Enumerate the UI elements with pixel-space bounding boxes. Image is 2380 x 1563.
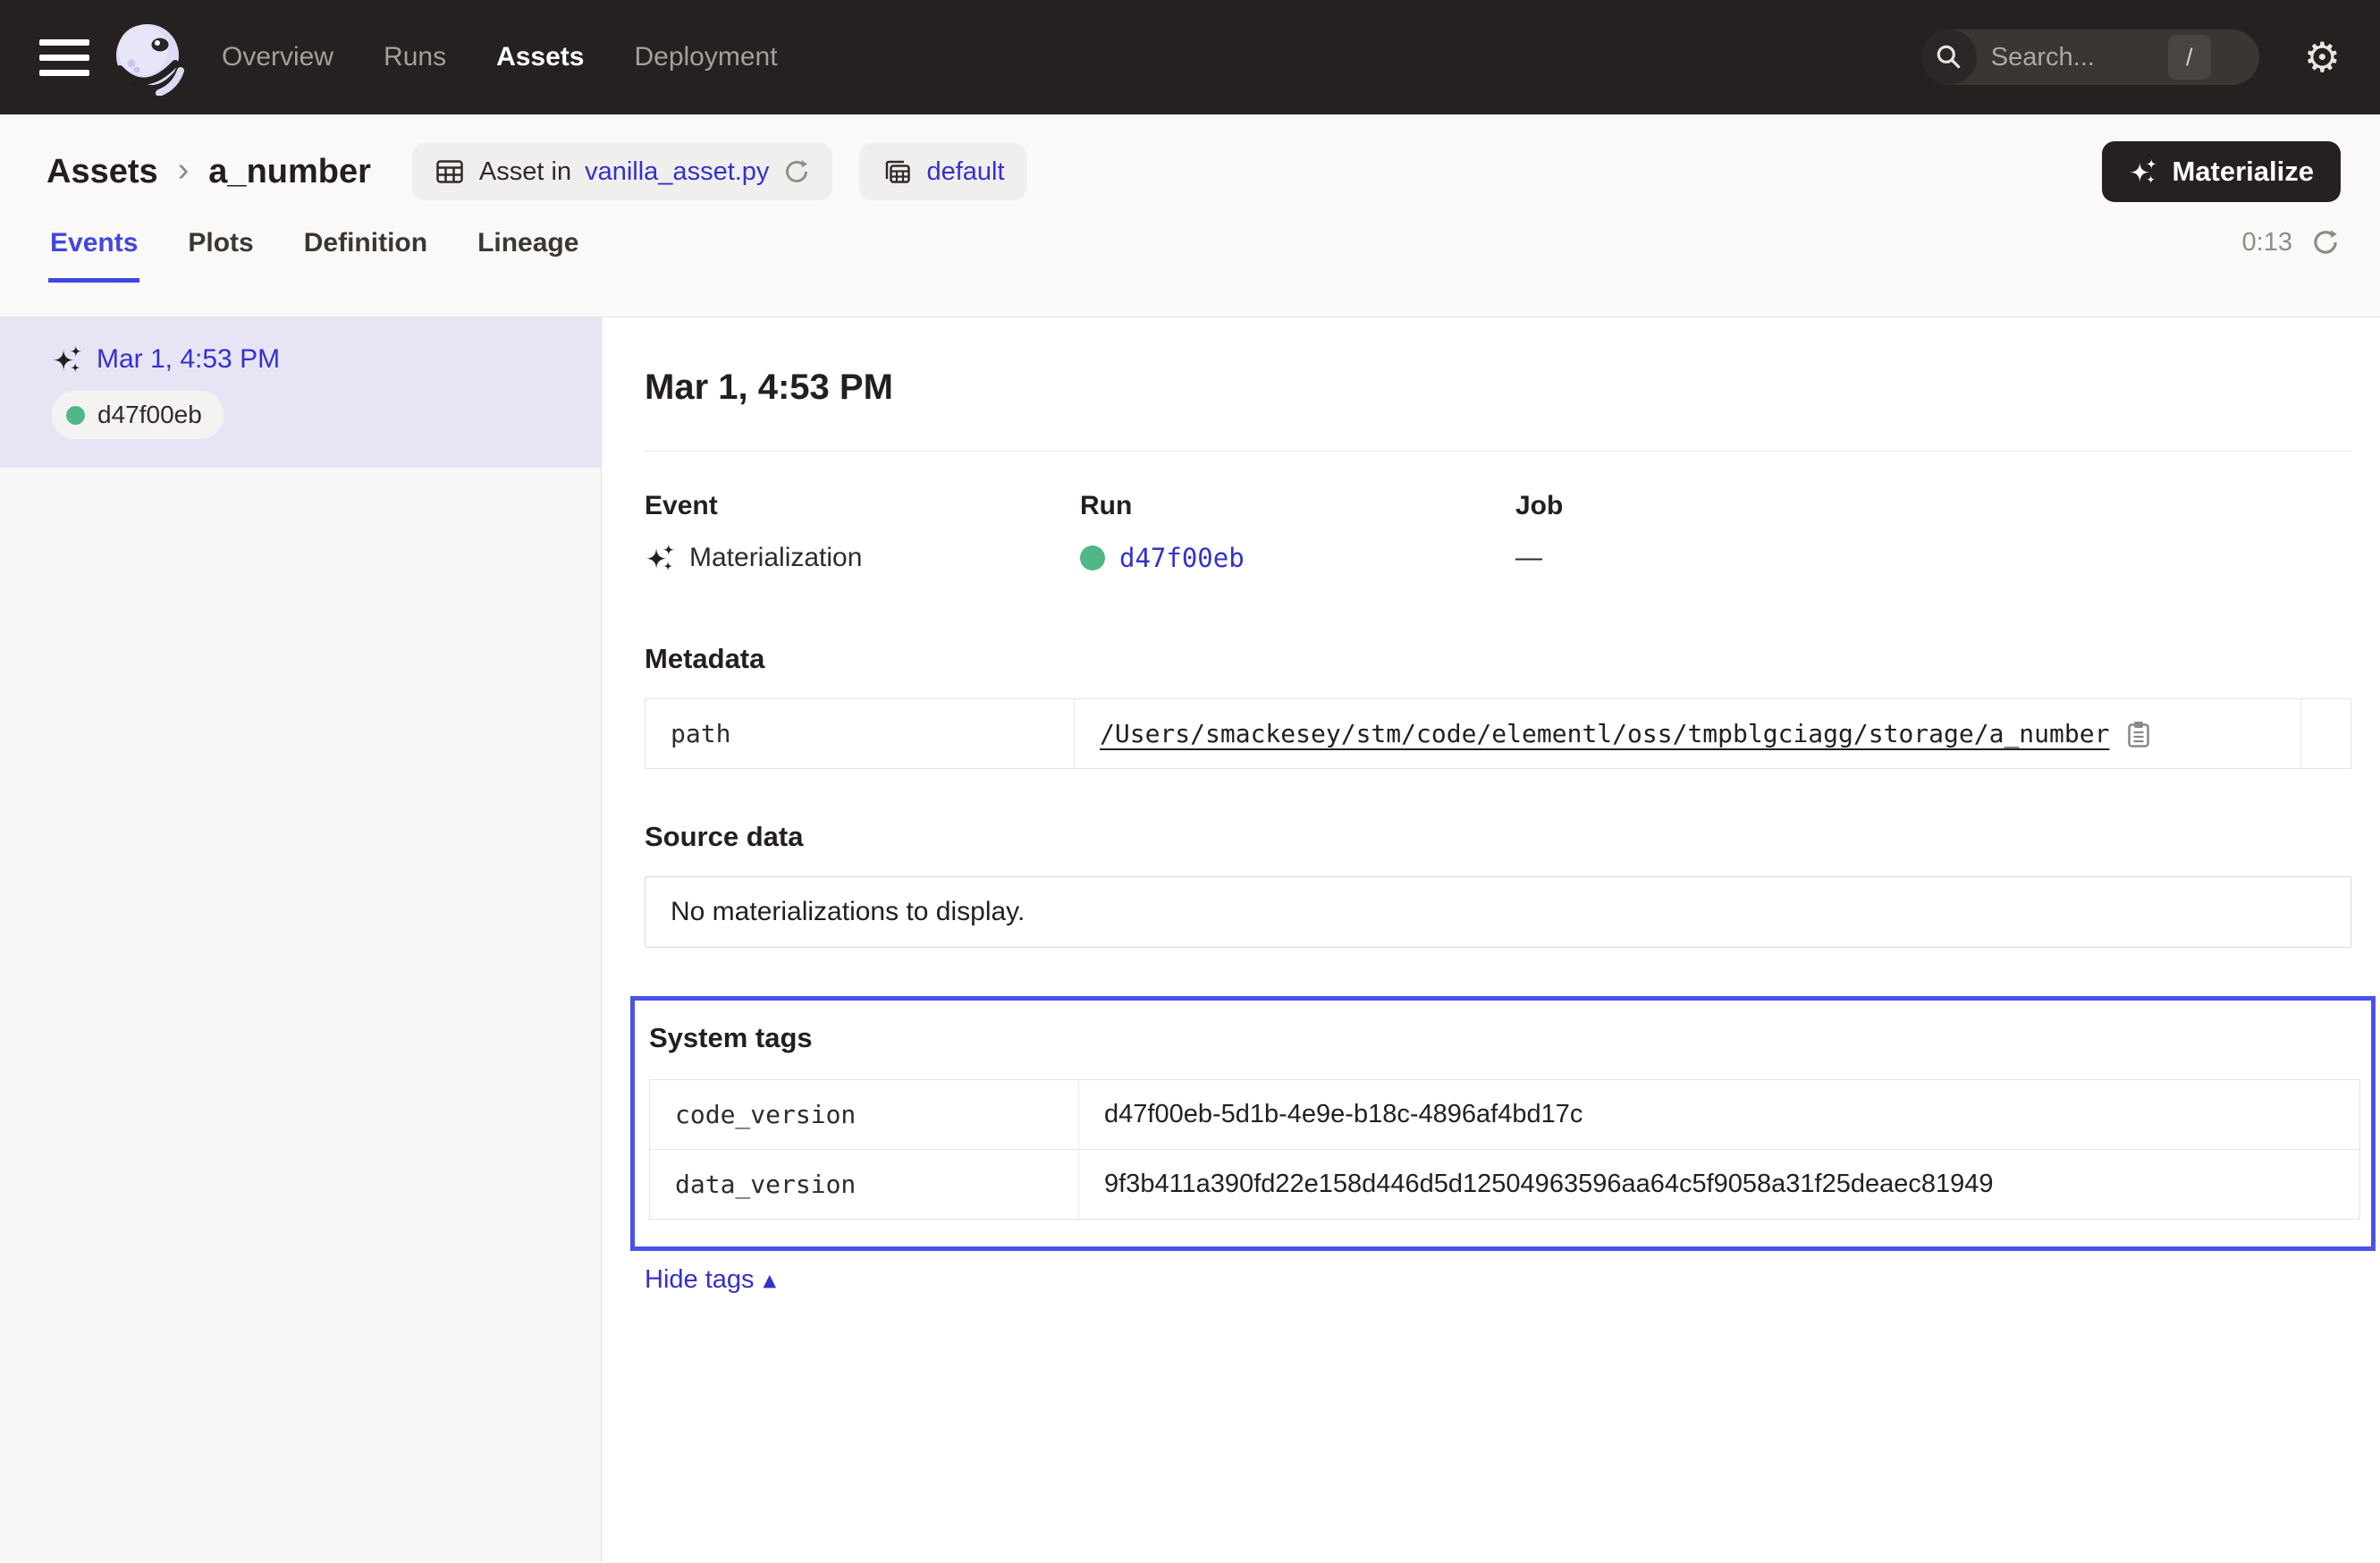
metadata-extra-cell (2300, 699, 2351, 768)
asset-group-badge: default (859, 143, 1025, 200)
event-timestamp: Mar 1, 4:53 PM (52, 344, 601, 375)
table-row: path /Users/smackesey/stm/code/elementl/… (646, 699, 2350, 768)
search-bar[interactable]: / (1921, 30, 2259, 85)
metadata-value-cell: /Users/smackesey/stm/code/elementl/oss/t… (1075, 699, 2300, 768)
system-tag-value-cell: d47f00eb-5d1b-4e9e-b18c-4896af4bd17c (1079, 1080, 2359, 1149)
reload-definition-icon[interactable] (782, 157, 811, 186)
asset-badge-prefix: Asset in (479, 157, 571, 187)
event-summary-columns: Event Materialization Run d (645, 491, 2351, 573)
asset-definition-badge: Asset in vanilla_asset.py (412, 143, 833, 200)
top-nav: Overview Runs Assets Deployment / ⚙ (0, 0, 2380, 114)
tabs-row: Events Plots Definition Lineage 0:13 (46, 227, 2341, 283)
primary-nav: Overview Runs Assets Deployment (222, 42, 778, 72)
job-column-label: Job (1515, 491, 1563, 521)
run-success-dot (66, 406, 85, 425)
metadata-heading: Metadata (645, 643, 2351, 675)
run-status-badge: d47f00eb (52, 391, 224, 439)
run-column: Run d47f00eb (1080, 491, 1515, 573)
refresh-icon[interactable] (2310, 227, 2341, 258)
job-column: Job — (1515, 491, 1563, 573)
event-type-value: Materialization (689, 543, 862, 573)
search-shortcut-key: / (2168, 35, 2211, 80)
run-id-label: d47f00eb (97, 401, 202, 429)
hide-tags-link[interactable]: Hide tags ▲ (645, 1265, 776, 1295)
search-input[interactable] (1977, 43, 2168, 72)
source-data-empty-message: No materializations to display. (645, 876, 2351, 948)
tab-events[interactable]: Events (48, 228, 139, 283)
event-list-item-selected[interactable]: Mar 1, 4:53 PM d47f00eb (0, 317, 601, 468)
breadcrumb-assets-link[interactable]: Assets (46, 153, 158, 191)
caret-up-icon: ▲ (764, 1271, 777, 1290)
run-success-dot (1080, 545, 1105, 570)
materialization-sparkle-icon (645, 543, 675, 573)
refresh-countdown: 0:13 (2242, 228, 2292, 258)
nav-item-deployment[interactable]: Deployment (634, 42, 777, 72)
system-tags-table: code_version d47f00eb-5d1b-4e9e-b18c-489… (649, 1079, 2360, 1220)
table-row: code_version d47f00eb-5d1b-4e9e-b18c-489… (650, 1080, 2359, 1149)
refresh-area: 0:13 (2242, 227, 2341, 283)
materialize-label: Materialize (2172, 156, 2314, 188)
materialize-button[interactable]: Materialize (2102, 141, 2341, 202)
system-tag-key-cell: data_version (650, 1150, 1079, 1219)
gear-icon[interactable]: ⚙ (2304, 37, 2341, 78)
asset-group-link[interactable]: default (926, 157, 1004, 187)
system-tags-heading: System tags (649, 1022, 2360, 1054)
nav-item-overview[interactable]: Overview (222, 42, 333, 72)
tab-definition[interactable]: Definition (302, 228, 429, 283)
dagster-logo[interactable] (109, 19, 186, 96)
content-area: Mar 1, 4:53 PM d47f00eb Mar 1, 4:53 PM E… (0, 317, 2380, 1562)
sparkle-icon (2129, 157, 2157, 186)
nav-item-assets[interactable]: Assets (496, 42, 584, 72)
system-tag-value-cell: 9f3b411a390fd22e158d446d5d12504963596aa6… (1079, 1150, 2359, 1219)
event-detail-title: Mar 1, 4:53 PM (645, 368, 2351, 408)
run-column-label: Run (1080, 491, 1515, 521)
hide-tags-label: Hide tags (645, 1265, 755, 1295)
asset-group-icon (881, 156, 913, 188)
event-column: Event Materialization (645, 491, 1080, 573)
path-link[interactable]: /Users/smackesey/stm/code/elementl/oss/t… (1100, 719, 2109, 748)
breadcrumb-asset-name: a_number (208, 153, 371, 191)
metadata-section: Metadata path /Users/smackesey/stm/code/… (645, 643, 2351, 769)
event-timestamp-label: Mar 1, 4:53 PM (97, 344, 280, 375)
breadcrumb: Assets › a_number (46, 151, 371, 193)
search-icon (1921, 30, 1977, 85)
table-row: data_version 9f3b411a390fd22e158d446d5d1… (650, 1149, 2359, 1219)
asset-page-header: Assets › a_number Asset in vanilla_asset… (0, 114, 2380, 317)
table-icon (434, 156, 466, 188)
copy-icon[interactable] (2125, 719, 2152, 749)
source-data-section: Source data No materializations to displ… (645, 821, 2351, 948)
event-list-sidebar: Mar 1, 4:53 PM d47f00eb (0, 317, 602, 1562)
event-column-label: Event (645, 491, 1080, 521)
breadcrumb-row: Assets › a_number Asset in vanilla_asset… (46, 141, 2341, 202)
event-detail-panel: Mar 1, 4:53 PM Event Materialization (602, 317, 2380, 1562)
source-data-heading: Source data (645, 821, 2351, 853)
tab-plots[interactable]: Plots (186, 228, 255, 283)
metadata-key-cell: path (646, 699, 1075, 768)
metadata-table: path /Users/smackesey/stm/code/elementl/… (645, 698, 2351, 769)
job-empty-value: — (1515, 543, 1542, 573)
asset-file-link[interactable]: vanilla_asset.py (585, 157, 769, 187)
divider (645, 451, 2351, 452)
breadcrumb-chevron-icon: › (178, 151, 190, 193)
menu-icon[interactable] (36, 32, 93, 82)
run-id-link[interactable]: d47f00eb (1119, 543, 1245, 573)
system-tags-highlight-box: System tags code_version d47f00eb-5d1b-4… (630, 996, 2376, 1251)
nav-item-runs[interactable]: Runs (384, 42, 446, 72)
materialization-sparkle-icon (52, 344, 82, 375)
system-tag-key-cell: code_version (650, 1080, 1079, 1149)
tab-lineage[interactable]: Lineage (476, 228, 580, 283)
